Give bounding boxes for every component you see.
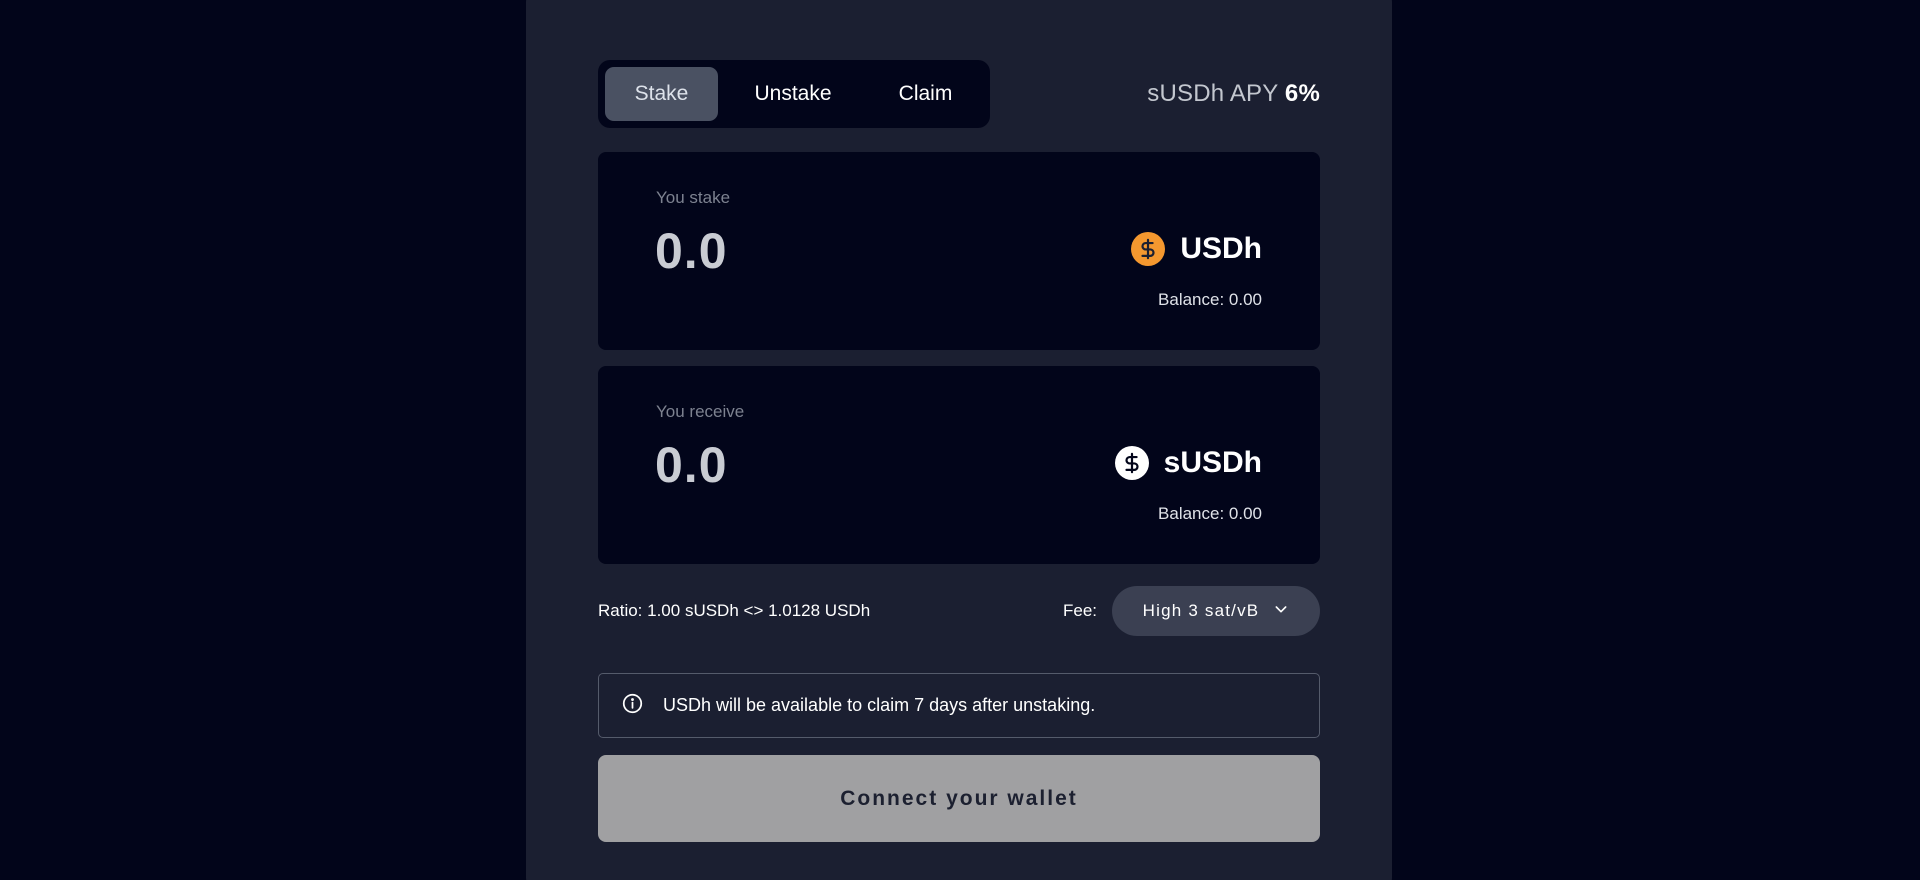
receive-card-label: You receive [656, 402, 745, 421]
exchange-ratio: Ratio: 1.00 sUSDh <> 1.0128 USDh [598, 601, 871, 620]
receive-token-display: sUSDh [1114, 446, 1262, 480]
info-text: USDh will be available to claim 7 days a… [663, 695, 1096, 715]
stake-card: You stake USDh Balance: 0.00 [598, 152, 1320, 350]
chevron-down-icon [1273, 601, 1289, 622]
tabs-row: Stake Unstake Claim sUSDh APY 6% [598, 60, 1320, 128]
staking-panel: Stake Unstake Claim sUSDh APY 6% You sta… [526, 0, 1392, 880]
apy-display: sUSDh APY 6% [1147, 80, 1320, 108]
tab-bar: Stake Unstake Claim [598, 60, 990, 128]
receive-token-name: sUSDh [1163, 446, 1262, 479]
tab-unstake[interactable]: Unstake [718, 67, 868, 121]
receive-balance: Balance: 0.00 [1158, 504, 1262, 523]
page: Stake Unstake Claim sUSDh APY 6% You sta… [0, 0, 1920, 880]
stake-balance: Balance: 0.00 [1158, 290, 1262, 309]
dollar-coin-orange-icon [1131, 232, 1166, 266]
tab-stake[interactable]: Stake [605, 67, 718, 121]
apy-label: sUSDh APY [1147, 80, 1279, 107]
dollar-coin-white-icon [1114, 446, 1149, 480]
stake-amount-input[interactable] [655, 222, 955, 280]
fee-value: High 3 sat/vB [1142, 601, 1260, 620]
apy-value: 6% [1284, 80, 1320, 107]
connect-wallet-button[interactable]: Connect your wallet [598, 755, 1320, 842]
unstake-info-notice: USDh will be available to claim 7 days a… [598, 673, 1320, 738]
receive-amount-output [655, 436, 955, 494]
fee-label: Fee: [1063, 601, 1098, 620]
receive-card: You receive sUSDh Balance: 0.00 [598, 366, 1320, 564]
staking-panel-content: Stake Unstake Claim sUSDh APY 6% You sta… [598, 60, 1320, 842]
stake-token-name: USDh [1180, 232, 1262, 265]
stake-card-label: You stake [656, 188, 731, 207]
tab-claim[interactable]: Claim [868, 67, 983, 121]
fee-dropdown[interactable]: High 3 sat/vB [1112, 586, 1320, 636]
info-icon [622, 693, 643, 719]
stake-token-selector[interactable]: USDh [1131, 232, 1262, 266]
